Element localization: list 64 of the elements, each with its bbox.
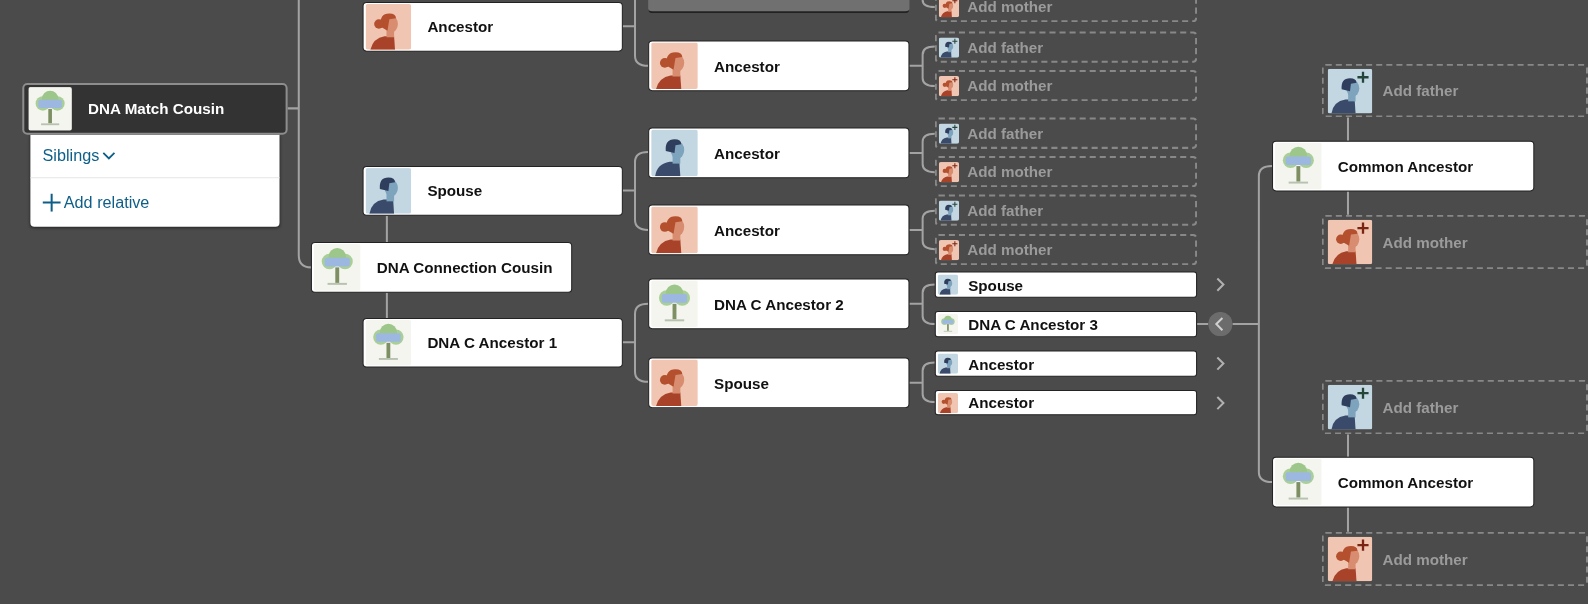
tree-icon xyxy=(28,87,72,131)
tree-icon xyxy=(365,320,412,366)
chevron-right-icon[interactable] xyxy=(1215,394,1226,411)
person-card[interactable]: Ancestor xyxy=(648,127,910,179)
person-card[interactable]: DNA Match Cousin xyxy=(22,83,288,135)
person-add-icon xyxy=(938,200,960,221)
person-card[interactable]: DNA C Ancestor 2 xyxy=(648,278,910,330)
person-card[interactable]: Ancestor xyxy=(934,389,1198,416)
connector-line xyxy=(385,215,388,243)
person-add-icon xyxy=(938,161,960,182)
person-silhouette-icon xyxy=(651,206,698,254)
connector-line xyxy=(908,45,936,88)
person-add-icon xyxy=(1327,384,1373,430)
person-add-icon xyxy=(1327,536,1373,582)
connector-line xyxy=(385,292,388,318)
person-card[interactable]: Ancestor xyxy=(648,204,910,256)
connector-line xyxy=(908,283,936,326)
connector-line xyxy=(908,132,936,174)
person-silhouette-icon xyxy=(651,359,698,407)
tree-icon xyxy=(313,244,361,291)
person-card[interactable]: Common Ancestor xyxy=(1272,140,1535,192)
person-add-icon xyxy=(938,0,960,17)
siblings-dropdown[interactable]: Siblings xyxy=(30,134,128,178)
person-add-icon xyxy=(1327,219,1373,265)
connector-line xyxy=(1346,434,1349,457)
person-add-icon xyxy=(938,239,960,260)
tree-icon xyxy=(937,313,959,335)
plus-icon xyxy=(42,193,61,212)
connector-line xyxy=(908,209,936,251)
person-silhouette-icon xyxy=(651,129,698,177)
tree-icon xyxy=(651,280,698,328)
person-card[interactable]: Ancestor xyxy=(362,2,623,52)
person-card[interactable]: DNA Connection Cousin xyxy=(310,242,573,293)
connector-line xyxy=(1346,507,1349,532)
person-silhouette-icon xyxy=(365,168,412,214)
person-silhouette-icon xyxy=(365,4,412,50)
add-relative-button[interactable]: Add relative xyxy=(30,178,162,227)
collapse-button[interactable] xyxy=(1208,311,1233,337)
person-card[interactable]: Spouse xyxy=(362,166,623,216)
person-silhouette-icon xyxy=(937,392,959,413)
person-card[interactable]: DNA C Ancestor 3 xyxy=(934,310,1198,338)
person-add-icon xyxy=(938,75,960,96)
person-card[interactable]: DNA C Ancestor 1 xyxy=(362,318,623,368)
person-card[interactable]: Spouse xyxy=(648,357,910,409)
person-card[interactable]: Ancestor xyxy=(934,350,1198,377)
tree-icon xyxy=(1275,458,1322,506)
person-add-icon xyxy=(938,123,960,144)
connector-line xyxy=(1346,191,1349,215)
person-card[interactable]: Ancestor xyxy=(648,40,910,92)
chevron-right-icon[interactable] xyxy=(1215,355,1226,372)
connector-line xyxy=(921,0,935,9)
chevron-down-icon xyxy=(102,151,116,160)
connector-line xyxy=(1346,117,1349,141)
person-silhouette-icon xyxy=(937,274,959,295)
person-add-icon xyxy=(938,36,960,58)
person-silhouette-icon xyxy=(937,353,959,374)
chevron-right-icon[interactable] xyxy=(1215,276,1226,293)
person-add-icon xyxy=(1327,68,1373,113)
person-card[interactable]: Common Ancestor xyxy=(1272,456,1535,508)
connector-line xyxy=(621,0,650,67)
connector-line xyxy=(908,361,936,404)
person-silhouette-icon xyxy=(651,42,698,90)
tree-icon xyxy=(1275,142,1322,190)
person-card[interactable]: Spouse xyxy=(934,271,1198,298)
